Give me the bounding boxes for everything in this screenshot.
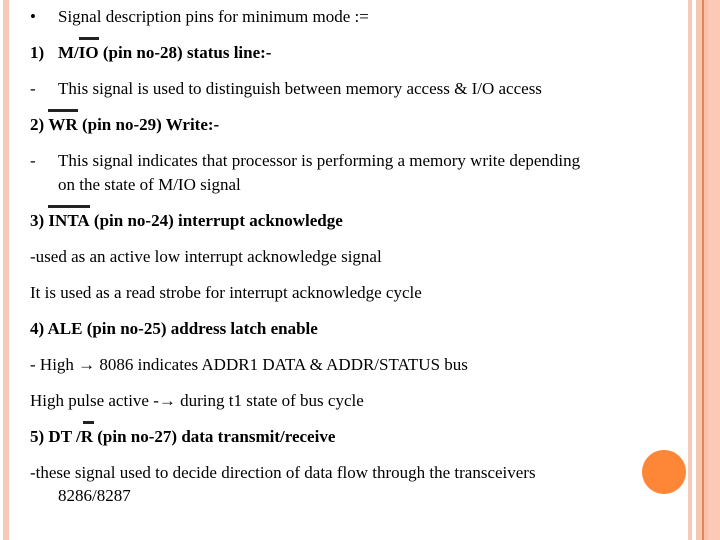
desc-text: This signal indicates that processor is … [58,151,581,170]
arrow-right-icon: → [158,391,176,410]
heading-text: ALE (pin no-25) address latch enable [47,319,318,338]
item-2-desc: - This signal indicates that processor is… [30,151,580,171]
signal-prefix: DT / [48,427,81,446]
signal-prefix: M/ [58,43,79,62]
intro-line: • Signal description pins for minimum mod… [30,7,369,27]
left-border-stripe [3,0,9,540]
bullet-icon: • [30,7,36,26]
item-number: 4) [30,319,45,338]
item-1-heading: 1) M/IO (pin no-28) status line:- [30,37,272,63]
right-border-stripe [708,0,720,540]
item-2-heading: 2) WR (pin no-29) Write:- [30,109,220,135]
decorative-orange-circle [642,450,686,494]
item-2-desc-cont: on the state of M/IO signal [58,175,241,194]
overlined-signal: INTA [48,205,90,230]
item-number: 1) [30,43,45,62]
heading-text: (pin no-24) interrupt acknowledge [89,211,343,230]
item-3-heading: 3) INTA (pin no-24) interrupt acknowledg… [30,205,343,231]
heading-text: (pin no-28) status line:- [98,43,272,62]
item-4-desc-2: High pulse active -→ during t1 state of … [30,391,364,411]
heading-text: (pin no-27) data transmit/receive [93,427,336,446]
arrow-right-icon: → [78,355,96,374]
item-5-desc-2: 8286/8287 [58,486,131,505]
item-3-desc-2: It is used as a read strobe for interrup… [30,283,422,302]
item-5-desc-1: -these signal used to decide direction o… [30,463,536,482]
item-4-heading: 4) ALE (pin no-25) address latch enable [30,319,318,339]
heading-text: (pin no-29) Write:- [77,115,220,134]
item-1-desc: - This signal is used to distinguish betw… [30,79,542,99]
item-number: 5) [30,427,45,446]
overlined-signal: IO [78,37,99,62]
intro-text: Signal description pins for minimum mode… [58,7,369,26]
desc-text: - High [30,355,79,374]
item-3-desc-1: -used as an active low interrupt acknowl… [30,247,382,266]
desc-text: 8086 indicates ADDR1 DATA & ADDR/STATUS … [95,355,468,374]
dash-marker: - [30,79,36,98]
desc-text: This signal is used to distinguish betwe… [58,79,542,98]
desc-text: High pulse active - [30,391,159,410]
right-border-stripe [688,0,692,540]
item-number: 3) [30,211,45,230]
desc-text: during t1 state of bus cycle [175,391,364,410]
item-number: 2) [30,115,45,134]
item-4-desc-1: - High → 8086 indicates ADDR1 DATA & ADD… [30,355,468,375]
overlined-signal: WR [48,109,78,134]
dash-marker: - [30,151,36,170]
overlined-signal: R [80,421,95,446]
item-5-heading: 5) DT /R (pin no-27) data transmit/recei… [30,421,336,447]
